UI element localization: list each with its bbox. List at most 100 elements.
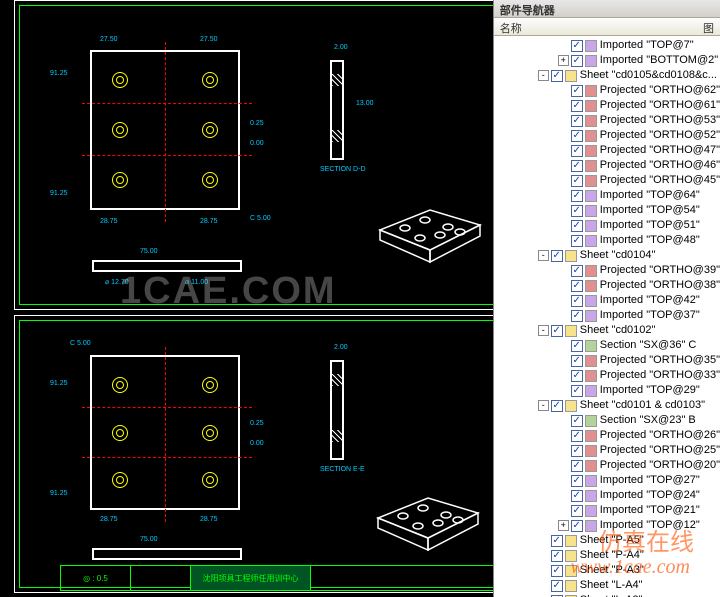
checkbox[interactable]: ✓ — [571, 430, 583, 442]
checkbox[interactable]: ✓ — [571, 235, 583, 247]
expander-icon[interactable]: + — [558, 520, 569, 531]
checkbox[interactable]: ✓ — [571, 520, 583, 532]
checkbox[interactable]: ✓ — [571, 415, 583, 427]
sheet-icon — [565, 535, 577, 547]
checkbox[interactable]: ✓ — [571, 295, 583, 307]
expander-icon: · — [558, 115, 569, 126]
tree-node[interactable]: ·✓Projected "ORTHO@35" — [494, 353, 720, 368]
checkbox[interactable]: ✓ — [571, 85, 583, 97]
expander-icon: · — [558, 130, 569, 141]
tree-node[interactable]: ·✓Imported "TOP@24" — [494, 488, 720, 503]
checkbox[interactable]: ✓ — [571, 355, 583, 367]
checkbox[interactable]: ✓ — [571, 100, 583, 112]
tree-node[interactable]: -✓Sheet "cd0105&cd0108&c... — [494, 68, 720, 83]
tree-node[interactable]: -✓Sheet "cd0104" — [494, 248, 720, 263]
checkbox[interactable]: ✓ — [571, 145, 583, 157]
checkbox[interactable]: ✓ — [571, 175, 583, 187]
column-fig[interactable]: 图 — [690, 20, 714, 33]
tree-node[interactable]: -✓Sheet "cd0102" — [494, 323, 720, 338]
checkbox[interactable]: ✓ — [551, 550, 563, 562]
tree-node[interactable]: ·✓Sheet "P-A5" — [494, 533, 720, 548]
tree-node[interactable]: ·✓Imported "TOP@29" — [494, 383, 720, 398]
checkbox[interactable]: ✓ — [571, 265, 583, 277]
tree-node[interactable]: ·✓ Projected "ORTHO@26" — [494, 428, 720, 443]
checkbox[interactable]: ✓ — [571, 190, 583, 202]
expander-icon: · — [558, 280, 569, 291]
tree-node[interactable]: ·✓Projected "ORTHO@62" — [494, 83, 720, 98]
checkbox[interactable]: ✓ — [551, 250, 563, 262]
checkbox[interactable]: ✓ — [551, 400, 563, 412]
tree-node[interactable]: ·✓Imported "TOP@7" — [494, 38, 720, 53]
checkbox[interactable]: ✓ — [571, 40, 583, 52]
expander-icon[interactable]: - — [538, 250, 549, 261]
tree-node[interactable]: ·✓Projected "ORTHO@38" — [494, 278, 720, 293]
navigator-tree[interactable]: ·✓Imported "TOP@7"+✓Imported "BOTTOM@2"-… — [494, 36, 720, 597]
tree-node[interactable]: ·✓Projected "ORTHO@20" — [494, 458, 720, 473]
expander-icon: · — [558, 490, 569, 501]
tree-node[interactable]: ·✓Imported "TOP@27" — [494, 473, 720, 488]
checkbox[interactable]: ✓ — [551, 565, 563, 577]
panel-header[interactable]: 名称 图 — [494, 18, 720, 36]
expander-icon: · — [558, 475, 569, 486]
expander-icon[interactable]: - — [538, 400, 549, 411]
expander-icon: · — [558, 85, 569, 96]
dim-text: 2.00 — [334, 344, 348, 351]
expander-icon[interactable]: - — [538, 325, 549, 336]
checkbox[interactable]: ✓ — [551, 325, 563, 337]
checkbox[interactable]: ✓ — [551, 580, 563, 592]
column-name[interactable]: 名称 — [500, 20, 690, 33]
tree-node[interactable]: ·✓Projected "ORTHO@46" — [494, 158, 720, 173]
expander-icon[interactable]: + — [558, 55, 569, 66]
tree-node[interactable]: ·✓Projected "ORTHO@45" — [494, 173, 720, 188]
tree-node[interactable]: ·✓Projected "ORTHO@33" — [494, 368, 720, 383]
checkbox[interactable]: ✓ — [551, 535, 563, 547]
checkbox[interactable]: ✓ — [551, 70, 563, 82]
checkbox[interactable]: ✓ — [571, 475, 583, 487]
tree-node[interactable]: ·✓Sheet "L-A4" — [494, 578, 720, 593]
checkbox[interactable]: ✓ — [571, 130, 583, 142]
tree-node[interactable]: ·✓Imported "TOP@51" — [494, 218, 720, 233]
checkbox[interactable]: ✓ — [571, 55, 583, 67]
checkbox[interactable]: ✓ — [571, 490, 583, 502]
tree-node[interactable]: ·✓Projected "ORTHO@25" — [494, 443, 720, 458]
tree-node[interactable]: ·✓Projected "ORTHO@47" — [494, 143, 720, 158]
checkbox[interactable]: ✓ — [571, 460, 583, 472]
tree-node[interactable]: ·✓Section "SX@36" C — [494, 338, 720, 353]
tree-node[interactable]: ·✓Imported "TOP@54" — [494, 203, 720, 218]
tree-node[interactable]: ·✓Sheet "P-A4" — [494, 548, 720, 563]
checkbox[interactable]: ✓ — [571, 310, 583, 322]
expander-icon: · — [558, 430, 569, 441]
tree-node[interactable]: ·✓Imported "TOP@48" — [494, 233, 720, 248]
imp-icon — [585, 190, 597, 202]
checkbox[interactable]: ✓ — [571, 160, 583, 172]
tree-node[interactable]: ·✓Sheet "L-A3" — [494, 593, 720, 597]
tree-node-label: Sheet "cd0101 & cd0103" — [580, 398, 705, 413]
tree-node[interactable]: ·✓Imported "TOP@64" — [494, 188, 720, 203]
drawing-canvas[interactable]: 27.50 27.50 91.25 91.25 28.75 28.75 0.25… — [0, 0, 493, 597]
checkbox[interactable]: ✓ — [571, 370, 583, 382]
checkbox[interactable]: ✓ — [571, 220, 583, 232]
tree-node[interactable]: ·✓Imported "TOP@21" — [494, 503, 720, 518]
tree-node[interactable]: +✓Imported "TOP@12" — [494, 518, 720, 533]
tree-node[interactable]: ·✓Imported "TOP@37" — [494, 308, 720, 323]
tree-node[interactable]: ·✓Projected "ORTHO@53" — [494, 113, 720, 128]
tree-node[interactable]: -✓ Sheet "cd0101 & cd0103" — [494, 398, 720, 413]
tree-node[interactable]: +✓Imported "BOTTOM@2" — [494, 53, 720, 68]
checkbox[interactable]: ✓ — [571, 280, 583, 292]
bot-plate-view — [90, 355, 240, 510]
tree-node[interactable]: ·✓Section "SX@23" B — [494, 413, 720, 428]
tree-node[interactable]: ·✓Projected "ORTHO@39" — [494, 263, 720, 278]
checkbox[interactable]: ✓ — [571, 505, 583, 517]
tree-node[interactable]: ·✓Sheet "P-A3" — [494, 563, 720, 578]
checkbox[interactable]: ✓ — [571, 115, 583, 127]
checkbox[interactable]: ✓ — [571, 205, 583, 217]
checkbox[interactable]: ✓ — [571, 445, 583, 457]
checkbox[interactable]: ✓ — [571, 340, 583, 352]
dim-text: 75.00 — [140, 248, 158, 255]
expander-icon[interactable]: - — [538, 70, 549, 81]
tree-node[interactable]: ·✓Projected "ORTHO@52" — [494, 128, 720, 143]
tree-node[interactable]: ·✓Imported "TOP@42" — [494, 293, 720, 308]
checkbox[interactable]: ✓ — [571, 385, 583, 397]
tree-node[interactable]: ·✓Projected "ORTHO@61" — [494, 98, 720, 113]
tree-node-label: Projected "ORTHO@26" — [600, 428, 720, 443]
